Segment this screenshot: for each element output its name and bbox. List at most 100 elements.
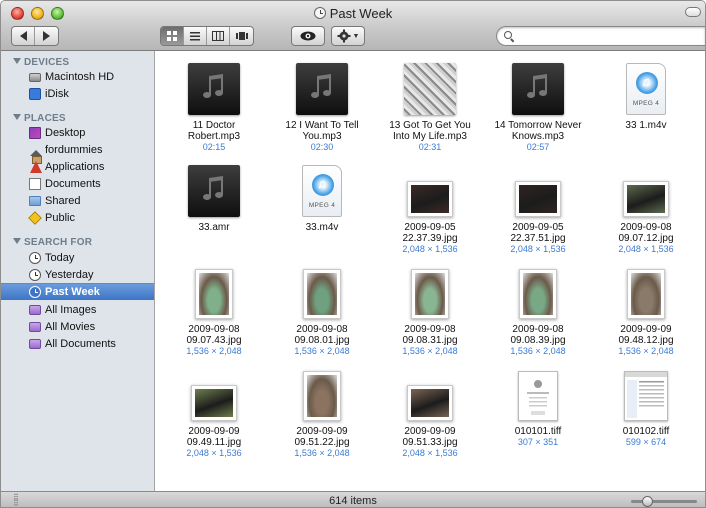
photo-thumbnail (191, 385, 237, 421)
toolbar-toggle-button[interactable] (685, 7, 701, 17)
file-name: 010102.tiff (592, 426, 700, 437)
sidebar-item-past-week[interactable]: Past Week (1, 283, 154, 300)
file-name: 13 Got To Get You Into My Life.mp3 (376, 120, 484, 142)
file-name-line: 2009-09-08 (188, 324, 240, 335)
file-item[interactable]: 2009-09-05 22.37.51.jpg 2,048 × 1,536 (484, 159, 592, 254)
disclosure-triangle-icon (13, 114, 21, 120)
sidebar-item-shared[interactable]: Shared (1, 192, 154, 209)
file-thumbnail-area (376, 57, 484, 115)
file-item[interactable]: 2009-09-09 09.51.33.jpg 2,048 × 1,536 (376, 363, 484, 458)
search-field[interactable] (496, 26, 705, 46)
back-button[interactable] (12, 27, 36, 45)
file-name-line: 2009-09-08 (404, 324, 456, 335)
file-meta: 1,536 × 2,048 (294, 346, 350, 356)
disclosure-triangle-icon (13, 58, 21, 64)
file-item[interactable]: 12 I Want To Tell You.mp3 02:30 (268, 57, 376, 152)
sidebar-item-today[interactable]: Today (1, 249, 154, 266)
file-name-line: 010101.tiff (514, 426, 562, 437)
file-name-line: 2009-09-08 (512, 324, 564, 335)
forward-button[interactable] (35, 27, 58, 45)
action-menu-button[interactable]: ▼ (331, 26, 365, 46)
list-view-button[interactable] (184, 27, 208, 45)
file-item[interactable]: 2009-09-09 09.49.11.jpg 2,048 × 1,536 (160, 363, 268, 458)
sidebar-item-all-images[interactable]: All Images (1, 301, 154, 318)
sidebar-item-desktop[interactable]: Desktop (1, 124, 154, 141)
coverflow-view-icon (235, 32, 248, 40)
file-name-line: 13 Got To Get You (389, 120, 471, 131)
file-thumbnail-area (592, 363, 700, 421)
clock-icon (29, 286, 41, 298)
sidebar-item-applications[interactable]: Applications (1, 158, 154, 175)
file-thumbnail-area (484, 159, 592, 217)
toolbar: Past Week ▼ (1, 1, 705, 51)
file-name: 2009-09-05 22.37.51.jpg (484, 222, 592, 244)
sidebar-item-public[interactable]: Public (1, 209, 154, 226)
file-name: 33.amr (160, 222, 268, 233)
file-thumbnail-area (376, 363, 484, 421)
chevron-down-icon: ▼ (352, 32, 360, 40)
file-name: 2009-09-05 22.37.39.jpg (376, 222, 484, 244)
sidebar-item-fordummies[interactable]: fordummies (1, 141, 154, 164)
file-item[interactable]: MPEG 4 33 1.m4v (592, 57, 700, 131)
file-name-line: 09.08.31.jpg (402, 335, 458, 346)
search-icon (504, 31, 512, 39)
photo-thumbnail (519, 269, 557, 319)
file-item[interactable]: 33.amr (160, 159, 268, 233)
file-item[interactable]: 11 Doctor Robert.mp3 02:15 (160, 57, 268, 152)
sidebar-section-search-for[interactable]: SEARCH FOR (13, 237, 92, 248)
file-item[interactable]: 2009-09-08 09.08.31.jpg 1,536 × 2,048 (376, 261, 484, 356)
sidebar-item-all-movies[interactable]: All Movies (1, 318, 154, 335)
file-meta: 2,048 × 1,536 (510, 244, 566, 254)
sidebar-item-documents[interactable]: Documents (1, 175, 154, 192)
file-name: 2009-09-09 09.51.22.jpg (268, 426, 376, 448)
back-forward-control (11, 26, 59, 46)
smart-folder-icon (29, 339, 41, 349)
file-item[interactable]: 010102.tiff 599 × 674 (592, 363, 700, 447)
file-item[interactable]: 2009-09-08 09.08.39.jpg 1,536 × 2,048 (484, 261, 592, 356)
photo-thumbnail (303, 371, 341, 421)
file-item[interactable]: MPEG 4 33.m4v (268, 159, 376, 233)
file-meta: 2,048 × 1,536 (618, 244, 674, 254)
sidebar-item-idisk[interactable]: iDisk (1, 85, 154, 102)
file-icon-grid: 11 Doctor Robert.mp3 02:15 12 I Want To Tel… (156, 51, 705, 471)
icon-view-icon (167, 31, 177, 41)
file-item[interactable]: 2009-09-08 09.08.01.jpg 1,536 × 2,048 (268, 261, 376, 356)
file-item[interactable]: 2009-09-08 09.07.43.jpg 1,536 × 2,048 (160, 261, 268, 356)
file-name-line: 2009-09-08 (296, 324, 348, 335)
file-name-line: 2009-09-09 (296, 426, 348, 437)
applications-icon (29, 160, 42, 173)
file-item[interactable]: 14 Tomorrow Never Knows.mp3 02:57 (484, 57, 592, 152)
coverflow-view-button[interactable] (230, 27, 253, 45)
file-meta: 1,536 × 2,048 (510, 346, 566, 356)
file-thumbnail-area (160, 363, 268, 421)
file-name-line: 14 Tomorrow Never (494, 120, 582, 131)
search-input[interactable] (515, 29, 700, 43)
sidebar-section-devices[interactable]: DEVICES (13, 57, 69, 68)
file-name-line: 2009-09-05 (512, 222, 564, 233)
sidebar-item-all-documents[interactable]: All Documents (1, 335, 154, 352)
icon-view-button[interactable] (161, 27, 185, 45)
file-item[interactable]: 2009-09-09 09.51.22.jpg 1,536 × 2,048 (268, 363, 376, 458)
file-item[interactable]: 2009-09-05 22.37.39.jpg 2,048 × 1,536 (376, 159, 484, 254)
file-thumbnail-area (484, 363, 592, 421)
file-name-line: 010102.tiff (622, 426, 670, 437)
file-name: 2009-09-08 09.08.31.jpg (376, 324, 484, 346)
file-item[interactable]: 13 Got To Get You Into My Life.mp3 02:31 (376, 57, 484, 152)
file-meta: 1,536 × 2,048 (294, 448, 350, 458)
file-thumbnail-area (484, 57, 592, 115)
file-name-line: Into My Life.mp3 (393, 131, 467, 142)
sidebar-item-yesterday[interactable]: Yesterday (1, 266, 154, 283)
photo-thumbnail (411, 269, 449, 319)
column-view-button[interactable] (207, 27, 231, 45)
file-item[interactable]: 2009-09-08 09.07.12.jpg 2,048 × 1,536 (592, 159, 700, 254)
file-name: 2009-09-09 09.49.11.jpg (160, 426, 268, 448)
sidebar-item-macintosh-hd[interactable]: Macintosh HD (1, 68, 154, 85)
icon-size-slider-knob[interactable] (642, 496, 653, 507)
file-item[interactable]: 010101.tiff 307 × 351 (484, 363, 592, 447)
icon-size-slider[interactable] (631, 500, 697, 503)
quick-look-button[interactable] (291, 26, 325, 46)
desktop-icon (29, 126, 41, 139)
document-thumbnail (624, 371, 668, 421)
file-item[interactable]: 2009-09-09 09.48.12.jpg 1,536 × 2,048 (592, 261, 700, 356)
sidebar-section-places[interactable]: PLACES (13, 113, 66, 124)
